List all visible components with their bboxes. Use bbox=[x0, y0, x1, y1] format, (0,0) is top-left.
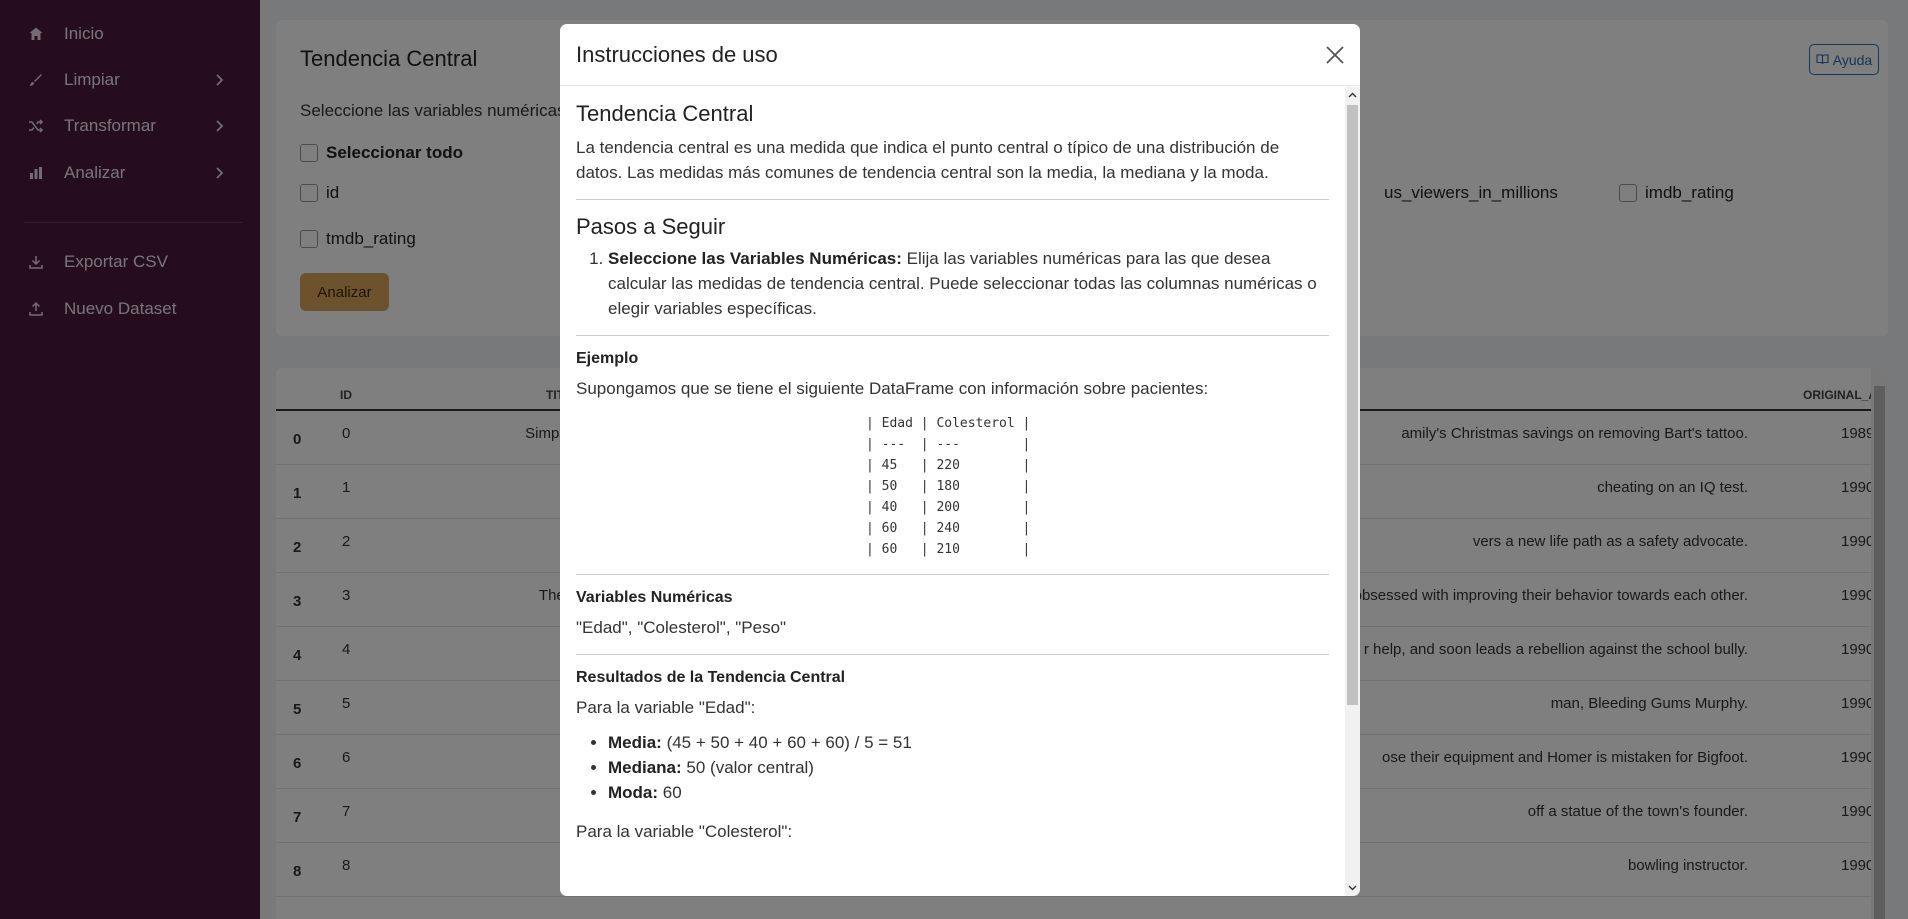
result-label: Media: bbox=[608, 733, 662, 752]
modal-header: Instrucciones de uso bbox=[560, 24, 1360, 86]
scroll-up-icon[interactable] bbox=[1348, 91, 1357, 100]
divider bbox=[576, 574, 1329, 575]
section-heading-pasos: Pasos a Seguir bbox=[576, 214, 726, 239]
modal-scrollbar-thumb[interactable] bbox=[1347, 105, 1358, 705]
result-value: 50 (valor central) bbox=[681, 758, 814, 777]
modal-body: Tendencia Central La tendencia central e… bbox=[560, 87, 1345, 896]
variables-list-text: "Edad", "Colesterol", "Peso" bbox=[576, 618, 787, 637]
result-item-mediana: Mediana: 50 (valor central) bbox=[608, 755, 1329, 780]
close-icon bbox=[1326, 46, 1344, 64]
section-heading-ejemplo: Ejemplo bbox=[576, 350, 639, 367]
steps-list: Seleccione las Variables Numéricas: Elij… bbox=[608, 246, 1329, 321]
section-heading-resultados: Resultados de la Tendencia Central bbox=[576, 669, 846, 686]
edad-label: Para la variable "Edad": bbox=[576, 698, 756, 717]
instructions-modal: Instrucciones de uso Tendencia Central L… bbox=[560, 24, 1360, 896]
result-item-media: Media: (45 + 50 + 40 + 60 + 60) / 5 = 51 bbox=[608, 730, 1329, 755]
section-heading-variables: Variables Numéricas bbox=[576, 589, 733, 606]
result-item-moda: Moda: 60 bbox=[608, 780, 1329, 805]
colesterol-label: Para la variable "Colesterol": bbox=[576, 822, 793, 841]
results-list: Media: (45 + 50 + 40 + 60 + 60) / 5 = 51… bbox=[608, 730, 1329, 805]
result-label: Moda: bbox=[608, 783, 659, 802]
modal-title: Instrucciones de uso bbox=[576, 42, 778, 67]
step-title: Seleccione las Variables Numéricas: bbox=[608, 249, 902, 268]
ejemplo-description: Supongamos que se tiene el siguiente Dat… bbox=[576, 379, 1209, 398]
section-heading-tendencia: Tendencia Central bbox=[576, 101, 754, 126]
divider bbox=[576, 199, 1329, 200]
tendencia-description: La tendencia central es una medida que i… bbox=[576, 138, 1280, 182]
close-button[interactable] bbox=[1324, 44, 1346, 66]
divider bbox=[576, 654, 1329, 655]
divider bbox=[576, 335, 1329, 336]
modal-scrollbar[interactable] bbox=[1345, 87, 1360, 896]
step-item: Seleccione las Variables Numéricas: Elij… bbox=[608, 246, 1329, 321]
result-label: Mediana: bbox=[608, 758, 682, 777]
scroll-down-icon[interactable] bbox=[1348, 883, 1357, 892]
example-table: | Edad | Colesterol | | --- | --- | | 45… bbox=[866, 416, 1031, 557]
result-value: 60 bbox=[658, 783, 682, 802]
result-value: (45 + 50 + 40 + 60 + 60) / 5 = 51 bbox=[661, 733, 912, 752]
